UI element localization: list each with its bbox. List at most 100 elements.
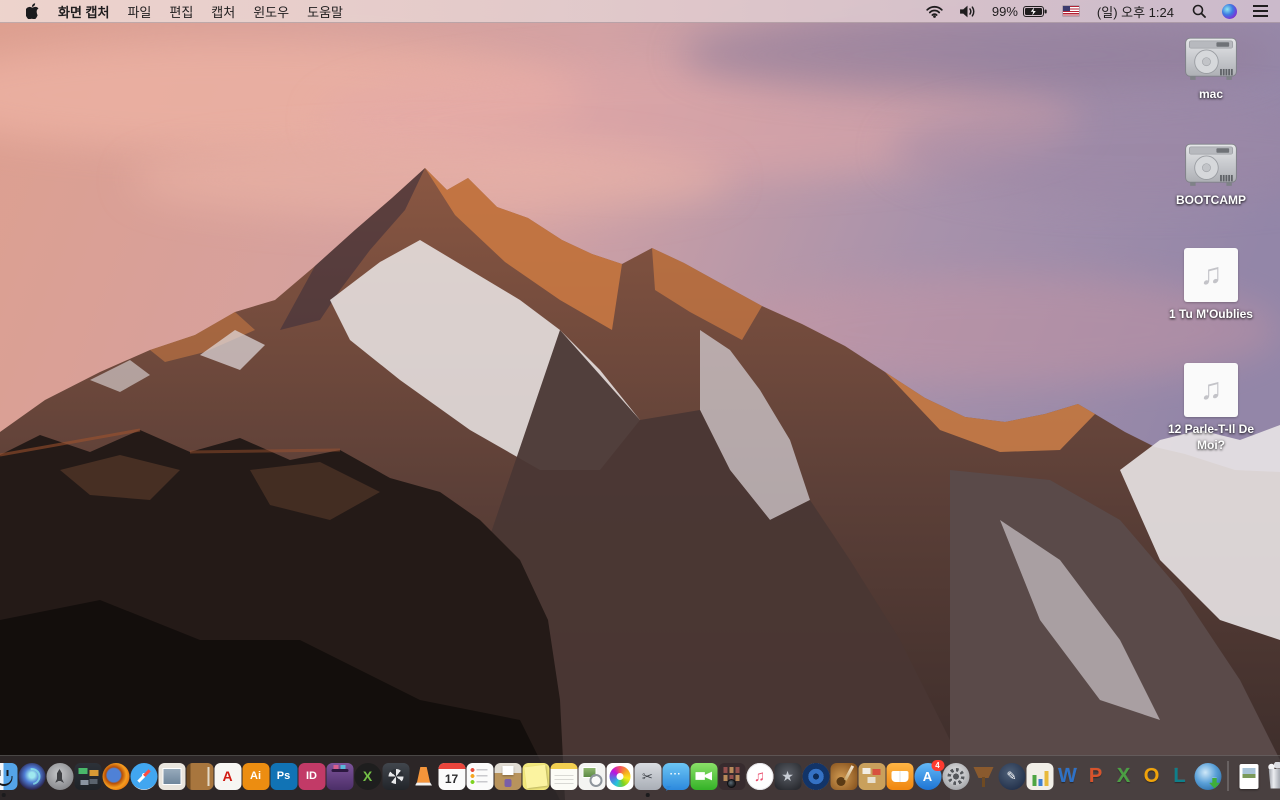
menu-item-4[interactable]: 도움말 xyxy=(298,2,352,21)
finder-dock-icon[interactable] xyxy=(0,762,17,797)
powerpoint-dock-icon[interactable]: P xyxy=(1082,763,1109,790)
imovie-glyph: ★ xyxy=(781,768,794,784)
input-source-menu-extra[interactable] xyxy=(1055,0,1087,22)
hard-drive-icon xyxy=(1185,143,1237,187)
messages-dock-icon[interactable]: ··· xyxy=(662,762,689,790)
battery-percent: 99% xyxy=(991,3,1018,19)
archive-utility-dock-icon[interactable] xyxy=(494,762,521,790)
notes-dock-icon[interactable] xyxy=(550,762,577,790)
keynote-dock-icon[interactable] xyxy=(970,763,997,790)
wifi-icon xyxy=(926,5,943,18)
imovie-dock-icon[interactable]: ★ xyxy=(774,762,801,790)
launchpad-dock-icon[interactable] xyxy=(46,762,73,790)
itunes-dock-icon[interactable]: ♫ xyxy=(746,762,773,790)
volume-bootcamp-label: BOOTCAMP xyxy=(1176,193,1246,208)
pages-glyph: ✎ xyxy=(1006,769,1017,783)
dock-divider xyxy=(1227,761,1229,791)
outlook-dock-icon[interactable]: O xyxy=(1138,763,1165,790)
messages-glyph: ··· xyxy=(669,768,682,780)
preview-dock-icon[interactable] xyxy=(578,762,605,790)
calendar-glyph: 17 xyxy=(444,771,459,786)
menu-bar: 화면 캡처 파일 편집 캡처 윈도우 도움말 99% (일) 오후 1:24 xyxy=(0,0,1280,23)
volume-bootcamp[interactable]: BOOTCAMP xyxy=(1156,142,1266,208)
menu-item-3[interactable]: 윈도우 xyxy=(244,2,298,21)
toast-titanium-dock-icon[interactable] xyxy=(326,762,353,790)
acrobat-reader-dock-icon[interactable]: A xyxy=(214,762,241,790)
notification-center-menu-extra[interactable] xyxy=(1245,0,1280,22)
mission-control-dock-icon[interactable] xyxy=(74,762,101,790)
battery-menu-extra[interactable]: 99% xyxy=(984,0,1055,22)
dvd-player-dock-icon[interactable] xyxy=(802,762,829,790)
active-app-menu[interactable]: 화면 캡처 xyxy=(49,2,118,21)
dock: A Ai Ps ID X 17 ✂ ··· ♫ ★ A 4 ✎ W P X O L xyxy=(0,755,1280,800)
battery-charging-icon xyxy=(1022,5,1047,17)
search-icon xyxy=(1192,4,1206,18)
reminders-dock-icon[interactable] xyxy=(466,762,493,790)
photos-dock-icon[interactable] xyxy=(606,762,633,790)
volume-mac[interactable]: mac xyxy=(1156,36,1266,102)
audio-file-2-label: 12 Parle-T-Il De Moi? xyxy=(1167,421,1255,452)
music-note-icon: ♫ xyxy=(1199,372,1223,406)
firefox-dock-icon[interactable] xyxy=(102,762,129,790)
photoshop-glyph: Ps xyxy=(276,769,291,782)
wifi-menu-extra[interactable] xyxy=(918,0,951,22)
lync-glyph: L xyxy=(1173,765,1186,787)
lync-dock-icon[interactable]: L xyxy=(1166,763,1193,790)
screen-capture-grab-dock-icon[interactable]: ✂ xyxy=(634,762,661,797)
fan-drive-utility-dock-icon[interactable] xyxy=(382,762,409,790)
excel-dock-icon[interactable]: X xyxy=(1110,763,1137,790)
document-stack-dock-icon[interactable] xyxy=(1235,763,1262,790)
garageband-dock-icon[interactable] xyxy=(830,762,857,790)
screen-capture-grab-glyph: ✂ xyxy=(642,768,653,784)
finder-running-indicator xyxy=(1,793,6,797)
mail-dock-icon[interactable] xyxy=(158,762,185,790)
siri-icon xyxy=(1222,3,1237,19)
photo-booth-dock-icon[interactable] xyxy=(718,762,745,790)
wallpaper-sierra-mountains xyxy=(0,0,1280,800)
excel-glyph: X xyxy=(1116,765,1131,787)
x-sphere-app-glyph: X xyxy=(362,768,373,784)
stickies-dock-icon[interactable] xyxy=(522,762,549,790)
ibooks-dock-icon[interactable] xyxy=(886,762,913,790)
trash-dock-icon[interactable] xyxy=(1263,761,1280,790)
audio-file-1[interactable]: ♫ 1 Tu M'Oublies xyxy=(1156,248,1266,322)
audio-file-2[interactable]: ♫ 12 Parle-T-Il De Moi? xyxy=(1156,362,1266,453)
powerpoint-glyph: P xyxy=(1088,765,1103,787)
contacts-dock-icon[interactable] xyxy=(186,762,213,790)
vlc-dock-icon[interactable] xyxy=(410,763,437,790)
audio-file-icon: ♫ xyxy=(1184,362,1238,417)
menu-item-1[interactable]: 편집 xyxy=(160,2,202,21)
app-store-dock-icon[interactable]: A4 xyxy=(914,759,944,790)
system-preferences-dock-icon[interactable] xyxy=(942,762,969,790)
notification-center-icon xyxy=(1253,5,1268,17)
illustrator-dock-icon[interactable]: Ai xyxy=(242,762,269,790)
apple-menu[interactable] xyxy=(18,0,47,22)
safari-dock-icon[interactable] xyxy=(130,762,157,790)
menu-item-0[interactable]: 파일 xyxy=(118,2,160,21)
siri-menu-extra[interactable] xyxy=(1214,0,1245,22)
menu-item-2[interactable]: 캡처 xyxy=(202,2,244,21)
apple-logo-icon xyxy=(26,3,39,19)
x-sphere-app-dock-icon[interactable]: X xyxy=(354,762,381,790)
download-globe-dock-icon[interactable] xyxy=(1194,762,1221,790)
calendar-dock-icon[interactable]: 17 xyxy=(438,762,465,790)
desktop-icon-column: mac BOOTCAMP ♫ 1 Tu M'Oublies ♫ 12 Parle-T-I… xyxy=(1152,36,1270,493)
spotlight-menu-extra[interactable] xyxy=(1184,0,1214,22)
pages-dock-icon[interactable]: ✎ xyxy=(998,762,1025,790)
siri-dock-icon[interactable] xyxy=(18,762,45,790)
facetime-dock-icon[interactable] xyxy=(690,762,717,790)
illustrator-glyph: Ai xyxy=(250,769,261,782)
app-store-glyph: A xyxy=(922,768,933,784)
photoshop-dock-icon[interactable]: Ps xyxy=(270,762,297,790)
volume-menu-extra[interactable] xyxy=(951,0,984,22)
audio-file-icon: ♫ xyxy=(1184,248,1238,303)
audio-file-1-label: 1 Tu M'Oublies xyxy=(1169,307,1253,322)
clock-menu-extra[interactable]: (일) 오후 1:24 xyxy=(1087,0,1184,22)
indesign-glyph: ID xyxy=(306,769,317,782)
numbers-dock-icon[interactable] xyxy=(1026,762,1053,790)
indesign-dock-icon[interactable]: ID xyxy=(298,762,325,790)
volume-icon xyxy=(959,5,975,17)
music-note-icon: ♫ xyxy=(1199,258,1223,292)
word-dock-icon[interactable]: W xyxy=(1054,763,1081,790)
scrapbook-kit-dock-icon[interactable] xyxy=(858,762,885,790)
